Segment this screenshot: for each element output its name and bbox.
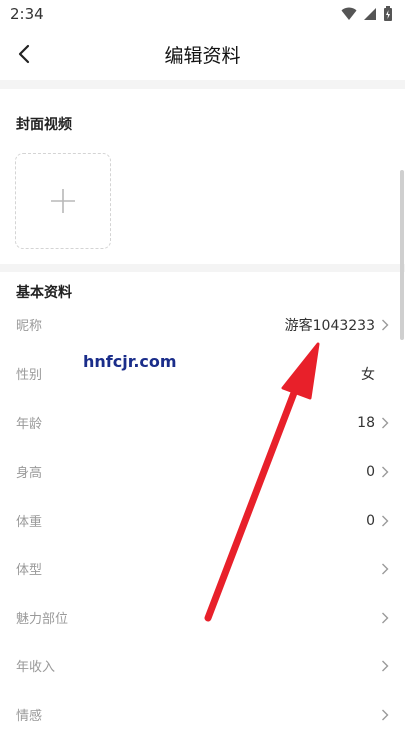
status-icons [341,6,393,22]
status-time: 2:34 [10,5,44,23]
profile-row-value-group [375,660,389,672]
plus-icon [51,189,75,213]
chevron-right-icon [382,660,389,671]
basic-info-title: 基本资料 [16,285,72,301]
profile-row[interactable]: 身高 0 [0,447,405,496]
chevron-right-icon [382,417,389,428]
back-arrow-icon[interactable] [12,40,40,68]
profile-row-value-group: 18 [357,415,389,431]
profile-row-value: 0 [366,463,375,480]
profile-row-value: 0 [366,512,375,529]
profile-row-value-group: 0 [366,513,389,529]
add-cover-video-button[interactable] [15,153,111,249]
profile-row-label: 情感 [16,709,43,724]
profile-row[interactable]: 年龄 18 [0,398,405,447]
chevron-right-icon [382,709,389,720]
profile-row-label: 魅力部位 [16,612,69,627]
status-bar: 2:34 [0,0,405,28]
chevron-right-icon [382,515,389,526]
profile-row-label: 性别 [16,368,43,383]
profile-row-value-group: 游客1043233 [285,315,389,335]
profile-row-value-group [375,563,389,575]
profile-row-label: 体重 [16,515,43,530]
profile-row-value: 游客1043233 [284,317,375,334]
section-divider [0,264,405,272]
profile-row-label: 体型 [16,563,43,578]
profile-row-value-group [375,612,389,624]
page-title: 编辑资料 [164,44,241,67]
profile-row-value-group: 女 [361,364,389,384]
profile-row-value: 女 [361,366,375,383]
battery-icon [384,6,392,21]
profile-row-value: 18 [357,414,375,431]
chevron-right-icon [382,319,389,330]
profile-row[interactable]: 年收入 [0,641,405,690]
profile-row-label: 年收入 [16,660,56,675]
chevron-right-icon [382,612,389,623]
profile-row[interactable]: 体重 0 [0,496,405,545]
profile-row[interactable]: 昵称 游客1043233 [0,300,405,349]
profile-row[interactable]: 性别 女 [0,349,405,398]
cover-video-title: 封面视频 [16,117,72,133]
signal-icon [364,8,376,20]
wifi-icon [341,7,357,20]
chevron-right-icon [382,466,389,477]
chevron-right-icon [382,563,389,574]
profile-row-value-group: 0 [366,464,389,480]
profile-row-value-group [375,709,389,721]
profile-row[interactable]: 体型 [0,544,405,593]
profile-row[interactable]: 情感 [0,690,405,739]
profile-row-label: 昵称 [16,319,43,334]
section-divider [0,80,405,89]
profile-row-label: 身高 [16,466,43,481]
profile-row[interactable]: 魅力部位 [0,593,405,642]
watermark-text: hnfcjr.com [83,352,177,371]
nav-bar: 编辑资料 [0,28,405,80]
profile-row-label: 年龄 [16,417,43,432]
